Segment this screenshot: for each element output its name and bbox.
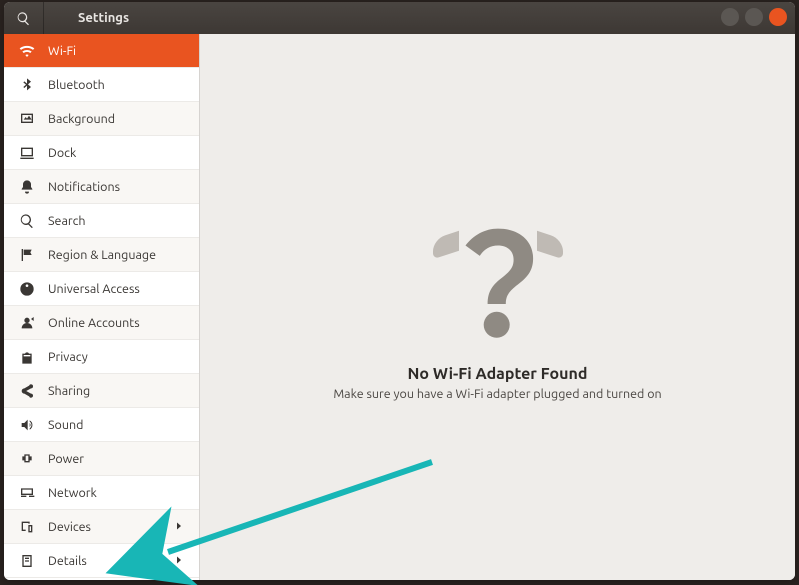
sidebar-item-label: Privacy — [48, 350, 88, 364]
flag-icon — [18, 246, 36, 264]
sidebar-item-notifications[interactable]: Notifications — [4, 170, 199, 204]
privacy-icon — [18, 348, 36, 366]
sidebar-item-label: Sharing — [48, 384, 90, 398]
sidebar-item-sharing[interactable]: Sharing — [4, 374, 199, 408]
accessibility-icon — [18, 280, 36, 298]
sidebar-item-power[interactable]: Power — [4, 442, 199, 476]
details-icon — [18, 552, 36, 570]
sidebar-item-label: Online Accounts — [48, 316, 140, 330]
sidebar-item-label: Region & Language — [48, 248, 156, 262]
power-icon — [18, 450, 36, 468]
titlebar: Settings — [4, 2, 795, 34]
sidebar-item-region-language[interactable]: Region & Language — [4, 238, 199, 272]
wifi-icon — [18, 42, 36, 60]
sidebar-item-background[interactable]: Background — [4, 102, 199, 136]
sidebar-item-privacy[interactable]: Privacy — [4, 340, 199, 374]
background-icon — [18, 110, 36, 128]
sidebar-item-label: Devices — [48, 520, 91, 534]
sidebar-item-label: Background — [48, 112, 115, 126]
content-pane: No Wi-Fi Adapter Found Make sure you hav… — [200, 34, 795, 580]
sidebar-item-sound[interactable]: Sound — [4, 408, 199, 442]
sidebar-item-dock[interactable]: Dock — [4, 136, 199, 170]
maximize-button[interactable] — [745, 8, 763, 26]
sidebar-item-label: Dock — [48, 146, 76, 160]
settings-window: Settings Wi-Fi Bluetooth — [4, 2, 795, 580]
sidebar-item-online-accounts[interactable]: Online Accounts — [4, 306, 199, 340]
sound-icon — [18, 416, 36, 434]
sidebar-item-label: Wi-Fi — [48, 44, 76, 58]
chevron-right-icon — [173, 520, 185, 535]
bluetooth-icon — [18, 76, 36, 94]
window-body: Wi-Fi Bluetooth Background Dock — [4, 34, 795, 580]
search-icon — [16, 11, 31, 26]
sidebar-item-label: Details — [48, 554, 87, 568]
close-button[interactable] — [769, 8, 787, 26]
search-icon — [18, 212, 36, 230]
titlebar-search-button[interactable] — [4, 2, 44, 34]
sidebar-item-wifi[interactable]: Wi-Fi — [4, 34, 199, 68]
sidebar-item-details[interactable]: Details — [4, 544, 199, 578]
question-mark-illustration — [433, 213, 563, 343]
minimize-button[interactable] — [721, 8, 739, 26]
sidebar-item-network[interactable]: Network — [4, 476, 199, 510]
network-icon — [18, 484, 36, 502]
empty-state-subtitle: Make sure you have a Wi-Fi adapter plugg… — [333, 387, 661, 401]
sidebar-item-label: Bluetooth — [48, 78, 105, 92]
sidebar-item-label: Search — [48, 214, 86, 228]
sidebar-item-label: Notifications — [48, 180, 120, 194]
sidebar-item-universal-access[interactable]: Universal Access — [4, 272, 199, 306]
sidebar-item-label: Sound — [48, 418, 83, 432]
sidebar: Wi-Fi Bluetooth Background Dock — [4, 34, 200, 580]
sidebar-item-label: Universal Access — [48, 282, 140, 296]
sidebar-item-label: Network — [48, 486, 97, 500]
sidebar-item-bluetooth[interactable]: Bluetooth — [4, 68, 199, 102]
window-title: Settings — [78, 11, 129, 25]
empty-state-title: No Wi-Fi Adapter Found — [408, 365, 588, 383]
sharing-icon — [18, 382, 36, 400]
sidebar-item-search[interactable]: Search — [4, 204, 199, 238]
window-controls — [721, 8, 787, 26]
bell-icon — [18, 178, 36, 196]
chevron-right-icon — [173, 554, 185, 569]
accounts-icon — [18, 314, 36, 332]
dock-icon — [18, 144, 36, 162]
sidebar-item-devices[interactable]: Devices — [4, 510, 199, 544]
devices-icon — [18, 518, 36, 536]
sidebar-item-label: Power — [48, 452, 84, 466]
